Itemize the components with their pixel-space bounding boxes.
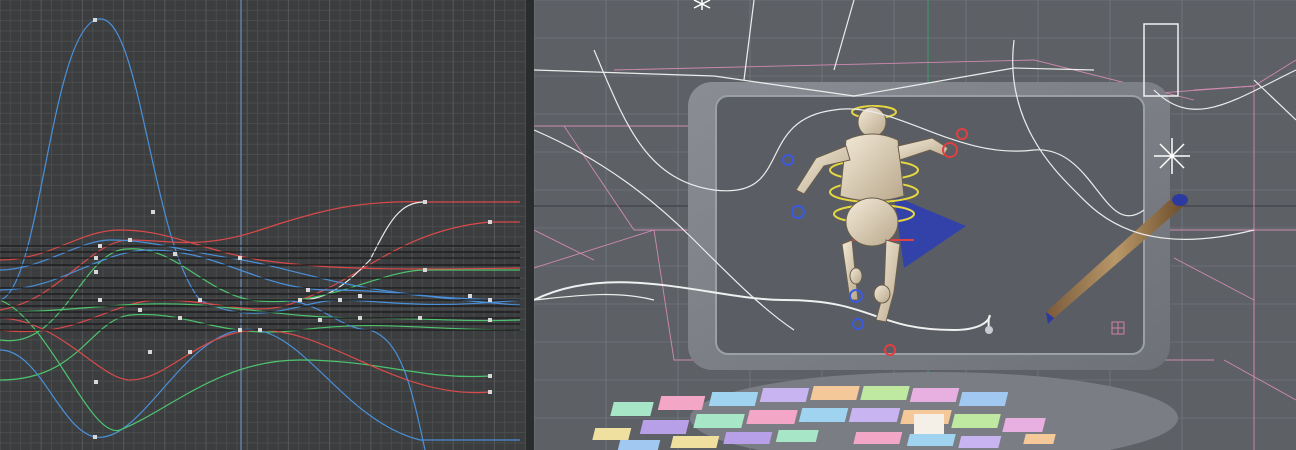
keyframe[interactable] (418, 316, 422, 320)
keyframe[interactable] (318, 318, 322, 322)
keyframe[interactable] (488, 390, 492, 394)
keyframe[interactable] (488, 374, 492, 378)
scene (534, 0, 1190, 450)
palette-swatch[interactable] (592, 428, 632, 440)
keyframe[interactable] (488, 318, 492, 322)
palette-swatch[interactable] (610, 402, 654, 416)
keyframe[interactable] (488, 298, 492, 302)
sun-light-icon[interactable] (693, 0, 711, 10)
keyframe[interactable] (358, 316, 362, 320)
palette-swatch[interactable] (909, 388, 960, 402)
keyframe[interactable] (94, 380, 98, 384)
keyframe[interactable] (148, 350, 152, 354)
animation-curve-graph[interactable] (0, 0, 526, 450)
keyframe[interactable] (423, 200, 427, 204)
palette-swatch[interactable] (848, 408, 901, 422)
keyframe[interactable] (138, 308, 142, 312)
palette-swatch[interactable] (617, 440, 661, 450)
palette-swatch[interactable] (775, 430, 819, 442)
palette-swatch[interactable] (708, 392, 759, 406)
panel-splitter[interactable] (526, 0, 534, 450)
palette-swatch[interactable] (657, 396, 706, 410)
palette-swatch[interactable] (958, 436, 1002, 448)
keyframe[interactable] (178, 316, 182, 320)
keyframe[interactable] (93, 18, 97, 22)
palette-swatch[interactable] (906, 434, 956, 446)
palette-swatch[interactable] (746, 410, 798, 424)
keyframe[interactable] (238, 328, 242, 332)
keyframe[interactable] (488, 220, 492, 224)
palette-swatch[interactable] (860, 386, 910, 400)
animation-curve[interactable] (0, 328, 520, 441)
keyframe[interactable] (94, 256, 98, 260)
palette-swatch[interactable] (759, 388, 810, 402)
palette-swatch[interactable] (693, 414, 745, 428)
keyframe[interactable] (306, 288, 310, 292)
palette-swatch[interactable] (1002, 418, 1046, 432)
color-palette-disc[interactable] (592, 372, 1178, 450)
keyframe[interactable] (173, 252, 177, 256)
keyframe[interactable] (468, 294, 472, 298)
keyframe[interactable] (98, 298, 102, 302)
palette-swatch[interactable] (723, 432, 773, 444)
animation-curves[interactable] (0, 18, 521, 450)
motion-path-end-point[interactable] (985, 326, 993, 334)
palette-swatch[interactable] (853, 432, 903, 444)
keyframe[interactable] (358, 294, 362, 298)
keyframe[interactable] (238, 256, 242, 260)
3d-viewport[interactable] (534, 0, 1296, 450)
palette-swatch[interactable] (810, 386, 860, 400)
palette-center-block (914, 414, 944, 434)
animation-curve[interactable] (0, 248, 520, 342)
keyframe[interactable] (128, 238, 132, 242)
palette-swatch[interactable] (670, 436, 720, 448)
keyframe[interactable] (188, 350, 192, 354)
keyframe[interactable] (298, 298, 302, 302)
flat-curve-segments (0, 245, 520, 331)
keyframe[interactable] (258, 328, 262, 332)
palette-swatch[interactable] (958, 392, 1009, 406)
palette-swatch[interactable] (639, 420, 690, 434)
keyframe[interactable] (151, 210, 155, 214)
palette-swatch[interactable] (951, 414, 1001, 428)
animation-curve[interactable] (279, 299, 426, 450)
keyframe[interactable] (198, 298, 202, 302)
viewport-canvas[interactable] (534, 0, 1296, 450)
graph-editor-panel[interactable] (0, 0, 526, 450)
keyframe[interactable] (93, 435, 97, 439)
graph-grid (0, 0, 526, 450)
keyframe[interactable] (338, 298, 342, 302)
palette-swatch[interactable] (798, 408, 849, 422)
palette-swatch[interactable] (1023, 434, 1056, 444)
keyframe[interactable] (423, 268, 427, 272)
keyframe[interactable] (94, 270, 98, 274)
keyframe[interactable] (98, 244, 102, 248)
